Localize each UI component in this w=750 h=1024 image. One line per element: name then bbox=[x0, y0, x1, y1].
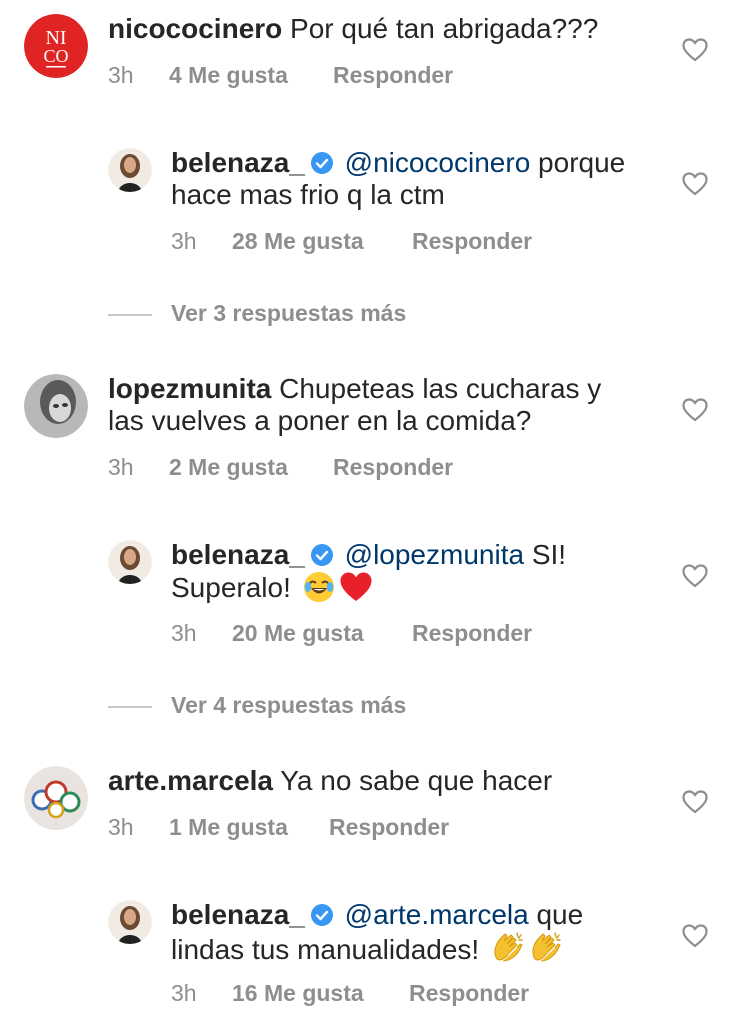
timestamp: 3h bbox=[108, 62, 134, 88]
svg-text:CO: CO bbox=[43, 46, 68, 66]
view-more-label[interactable]: Ver 4 respuestas más bbox=[171, 692, 406, 719]
username[interactable]: belenaza_ bbox=[171, 539, 305, 570]
clapping-hands-emoji bbox=[529, 931, 563, 972]
reply-button[interactable]: Responder bbox=[333, 62, 453, 89]
reply-body-line1: SI! bbox=[531, 539, 567, 570]
view-more-replies[interactable]: Ver 3 respuestas más bbox=[108, 300, 508, 330]
view-more-replies[interactable]: Ver 4 respuestas más bbox=[108, 692, 508, 722]
comment-meta: 3h 2 Me gusta Responder bbox=[108, 454, 453, 481]
comment-body-line1: Chupeteas las cucharas y bbox=[279, 373, 602, 404]
reply-meta: 3h 20 Me gusta Responder bbox=[171, 620, 532, 647]
likes-count[interactable]: 28 Me gusta bbox=[232, 228, 412, 255]
face-with-tears-of-joy-emoji bbox=[303, 571, 335, 610]
username[interactable]: arte.marcela bbox=[108, 765, 273, 796]
reply-text: belenaza_ @arte.marcela que lindas tus m… bbox=[171, 899, 646, 972]
comment-body-line2: las vuelves a poner en la comida? bbox=[108, 405, 532, 436]
heart-outline-icon[interactable] bbox=[682, 564, 708, 588]
comment-body: Por qué tan abrigada??? bbox=[290, 13, 599, 44]
reply-button[interactable]: Responder bbox=[333, 454, 453, 481]
username[interactable]: nicococinero bbox=[108, 13, 282, 44]
username[interactable]: belenaza_ bbox=[171, 899, 305, 930]
username[interactable]: lopezmunita bbox=[108, 373, 271, 404]
belenaza-avatar[interactable] bbox=[108, 148, 152, 192]
divider-line bbox=[108, 706, 152, 708]
reply-body-line2: Superalo! bbox=[171, 572, 291, 603]
reply-text: belenaza_ @nicococinero porque hace mas … bbox=[171, 147, 646, 211]
clapping-hands-emoji bbox=[491, 931, 525, 972]
lopezmunita-avatar[interactable] bbox=[24, 374, 88, 438]
likes-count[interactable]: 20 Me gusta bbox=[232, 620, 412, 647]
reply-text: belenaza_ @lopezmunita SI! Superalo! bbox=[171, 539, 646, 610]
reply-button[interactable]: Responder bbox=[329, 814, 449, 841]
red-heart-emoji bbox=[339, 571, 373, 610]
reply-body-line1: porque bbox=[538, 147, 626, 178]
likes-count[interactable]: 16 Me gusta bbox=[232, 980, 409, 1007]
comment-body: Ya no sabe que hacer bbox=[280, 765, 553, 796]
timestamp: 3h bbox=[171, 620, 197, 646]
view-more-label[interactable]: Ver 3 respuestas más bbox=[171, 300, 406, 327]
reply-button[interactable]: Responder bbox=[412, 228, 532, 255]
reply-body-line1: que bbox=[536, 899, 584, 930]
reply-button[interactable]: Responder bbox=[412, 620, 532, 647]
comment-text: lopezmunita Chupeteas las cucharas y las… bbox=[108, 373, 648, 437]
reply-button[interactable]: Responder bbox=[409, 980, 529, 1007]
comment-text: nicococinero Por qué tan abrigada??? bbox=[108, 13, 648, 45]
nico-logo-avatar[interactable]: NI CO bbox=[24, 14, 88, 78]
likes-count[interactable]: 1 Me gusta bbox=[169, 814, 329, 841]
belenaza-avatar[interactable] bbox=[108, 540, 152, 584]
verified-badge-icon bbox=[310, 541, 333, 566]
likes-count[interactable]: 4 Me gusta bbox=[169, 62, 333, 89]
comment-meta: 3h 4 Me gusta Responder bbox=[108, 62, 453, 89]
reply-body-line2: hace mas frio q la ctm bbox=[171, 179, 445, 210]
heart-outline-icon[interactable] bbox=[682, 924, 708, 948]
comment-meta: 3h 1 Me gusta Responder bbox=[108, 814, 449, 841]
reply-meta: 3h 16 Me gusta Responder bbox=[171, 980, 529, 1007]
reply-meta: 3h 28 Me gusta Responder bbox=[171, 228, 532, 255]
comment-text: arte.marcela Ya no sabe que hacer bbox=[108, 765, 648, 797]
verified-badge-icon bbox=[310, 149, 333, 174]
heart-outline-icon[interactable] bbox=[682, 38, 708, 62]
divider-line bbox=[108, 314, 152, 316]
mention-link[interactable]: @arte.marcela bbox=[345, 899, 529, 930]
timestamp: 3h bbox=[171, 228, 197, 254]
likes-count[interactable]: 2 Me gusta bbox=[169, 454, 333, 481]
username[interactable]: belenaza_ bbox=[171, 147, 305, 178]
mention-link[interactable]: @nicococinero bbox=[345, 147, 531, 178]
heart-outline-icon[interactable] bbox=[682, 398, 708, 422]
arte-marcela-avatar[interactable] bbox=[24, 766, 88, 830]
heart-outline-icon[interactable] bbox=[682, 790, 708, 814]
timestamp: 3h bbox=[108, 454, 134, 480]
timestamp: 3h bbox=[108, 814, 134, 840]
mention-link[interactable]: @lopezmunita bbox=[345, 539, 524, 570]
verified-badge-icon bbox=[310, 901, 333, 926]
heart-outline-icon[interactable] bbox=[682, 172, 708, 196]
reply-body-line2: lindas tus manualidades! bbox=[171, 934, 480, 965]
belenaza-avatar[interactable] bbox=[108, 900, 152, 944]
timestamp: 3h bbox=[171, 980, 197, 1006]
